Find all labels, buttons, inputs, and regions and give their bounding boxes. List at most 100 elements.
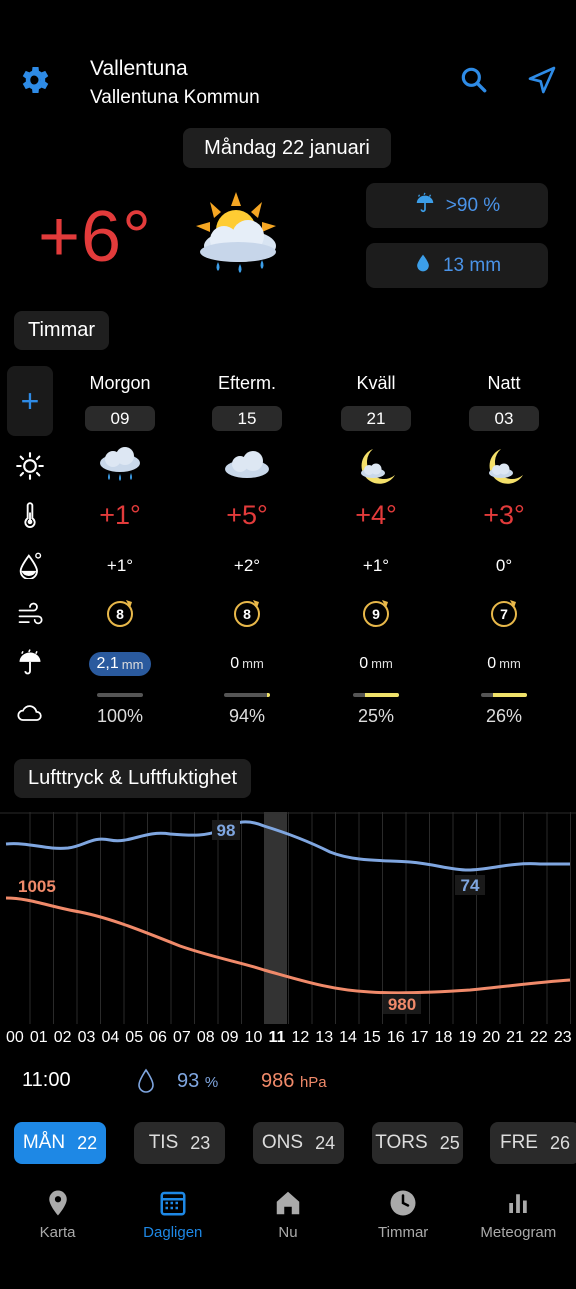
nav-item-nu[interactable]: Nu <box>230 1182 345 1252</box>
nav-item-meteogram[interactable]: Meteogram <box>461 1182 576 1252</box>
selected-pressure: 986 hPa <box>261 1070 327 1093</box>
current-hour-marker <box>264 812 287 1024</box>
period-hour[interactable]: 03 <box>469 406 539 431</box>
cloud-cover-bar-fill <box>364 693 399 697</box>
wind-speed-badge: 9 <box>321 596 431 632</box>
day-number: 22 <box>77 1132 98 1153</box>
period-feels-like: +1° <box>106 556 134 575</box>
home-icon <box>273 1188 303 1218</box>
search-icon[interactable] <box>458 64 490 96</box>
period-precip: 0 mm <box>321 652 431 676</box>
period-label[interactable]: Natt <box>449 373 559 394</box>
period-feels-like: 0° <box>495 556 513 575</box>
hour-tick-label[interactable]: 08 <box>197 1029 215 1049</box>
day-tab-tors[interactable]: TORS 25 <box>372 1122 463 1164</box>
period-label[interactable]: Efterm. <box>192 373 302 394</box>
bar-chart-icon <box>503 1188 533 1218</box>
period-precip: 2,1 mm <box>65 652 175 676</box>
precip-unit: mm <box>371 656 393 671</box>
period-label[interactable]: Kväll <box>321 373 431 394</box>
nav-item-timmar[interactable]: Timmar <box>346 1182 461 1252</box>
cloud-cover-bar <box>224 693 270 697</box>
day-name: MÅN <box>22 1132 66 1153</box>
hour-tick-label[interactable]: 16 <box>387 1029 405 1049</box>
add-period-button[interactable]: + <box>7 366 53 436</box>
period-hour[interactable]: 21 <box>341 406 411 431</box>
clock-icon <box>388 1188 418 1218</box>
location-arrow-icon[interactable] <box>526 64 558 96</box>
precip-amount: 0 mm <box>359 655 393 673</box>
precip-probability-value: >90 % <box>445 194 501 216</box>
cloud-cover-bar <box>97 693 143 697</box>
day-tab-ons[interactable]: ONS 24 <box>253 1122 344 1164</box>
umbrella-rain-icon <box>414 192 436 220</box>
precip-value: 0 <box>487 655 497 672</box>
pressure-label-high: 1005 <box>18 877 56 896</box>
hour-tick-label[interactable]: 18 <box>435 1029 453 1049</box>
thermometer-icon <box>14 500 46 532</box>
hour-tick-label[interactable]: 06 <box>149 1029 167 1049</box>
nav-item-dagligen[interactable]: Dagligen <box>115 1182 230 1252</box>
wind-speed-value: 9 <box>372 606 380 622</box>
period-hour[interactable]: 09 <box>85 406 155 431</box>
period-label[interactable]: Morgon <box>65 373 175 394</box>
hour-tick-label[interactable]: 14 <box>339 1029 357 1049</box>
period-hour[interactable]: 15 <box>212 406 282 431</box>
hour-tick-label[interactable]: 12 <box>291 1029 309 1049</box>
hour-tick-label[interactable]: 01 <box>30 1029 48 1049</box>
location-name[interactable]: Vallentuna <box>90 57 188 81</box>
hour-tick-label[interactable]: 07 <box>173 1029 191 1049</box>
day-tab-mån[interactable]: MÅN 22 <box>14 1122 106 1164</box>
hour-tick-label[interactable]: 15 <box>363 1029 381 1049</box>
period-feels-like: +2° <box>233 556 261 575</box>
hour-tick-label[interactable]: 22 <box>530 1029 548 1049</box>
humidity-drop-icon <box>136 1068 156 1094</box>
nav-item-karta[interactable]: Karta <box>0 1182 115 1252</box>
hour-tick-label[interactable]: 17 <box>411 1029 429 1049</box>
precip-value: 2,1 <box>96 655 119 672</box>
graph-section-title[interactable]: Lufttryck & Luftfuktighet <box>14 759 251 798</box>
hours-section-title[interactable]: Timmar <box>14 311 110 350</box>
moon-cloud-icon <box>449 445 559 489</box>
day-tab-tis[interactable]: TIS 23 <box>134 1122 225 1164</box>
wind-speed-value: 8 <box>243 606 251 622</box>
hour-tick-label[interactable]: 09 <box>221 1029 239 1049</box>
day-name: TORS <box>375 1132 428 1153</box>
current-temperature: +6° <box>38 197 152 277</box>
cloud-cover-bar <box>481 693 527 697</box>
day-name: TIS <box>148 1132 179 1153</box>
wind-speed-badge: 8 <box>192 596 302 632</box>
wind-speed-value: 8 <box>116 606 124 622</box>
period-temperature: +4° <box>355 500 397 530</box>
period-feels-like: +1° <box>362 556 390 575</box>
hour-tick-label[interactable]: 10 <box>245 1029 263 1049</box>
pressure-humidity-graph[interactable]: 98 74 1005 980 <box>0 812 576 1024</box>
period-temperature: +3° <box>483 500 525 530</box>
hour-tick-label[interactable]: 13 <box>315 1029 333 1049</box>
precip-amount: 0 mm <box>487 655 521 673</box>
day-tab-fre[interactable]: FRE 26 <box>490 1122 576 1164</box>
hour-tick-label[interactable]: 21 <box>506 1029 524 1049</box>
pressure-value: 986 <box>261 1070 295 1092</box>
pressure-label-low: 980 <box>388 995 416 1014</box>
hour-tick-label[interactable]: 23 <box>554 1029 572 1049</box>
plus-icon: + <box>20 382 40 419</box>
humidity-label-low: 74 <box>461 876 480 895</box>
bottom-navigation: Karta Dagligen Nu Timmar Meteogram <box>0 1182 576 1252</box>
nav-label: Nu <box>278 1224 298 1241</box>
precip-unit: mm <box>242 656 264 671</box>
humidity-value: 93 <box>177 1070 200 1092</box>
hour-tick-label[interactable]: 19 <box>458 1029 476 1049</box>
hour-tick-label[interactable]: 00 <box>6 1029 24 1049</box>
hour-tick-label[interactable]: 03 <box>78 1029 96 1049</box>
precip-value: 0 <box>230 655 240 672</box>
date-pill[interactable]: Måndag 22 januari <box>183 128 391 168</box>
precip-probability-pill: >90 % <box>366 183 548 228</box>
hour-tick-label[interactable]: 11 <box>268 1029 285 1049</box>
hour-tick-label[interactable]: 20 <box>482 1029 500 1049</box>
wind-speed-value: 7 <box>500 606 508 622</box>
hour-tick-label[interactable]: 02 <box>54 1029 72 1049</box>
hour-tick-label[interactable]: 04 <box>101 1029 119 1049</box>
hour-tick-label[interactable]: 05 <box>125 1029 143 1049</box>
settings-gear-icon[interactable] <box>16 62 52 98</box>
